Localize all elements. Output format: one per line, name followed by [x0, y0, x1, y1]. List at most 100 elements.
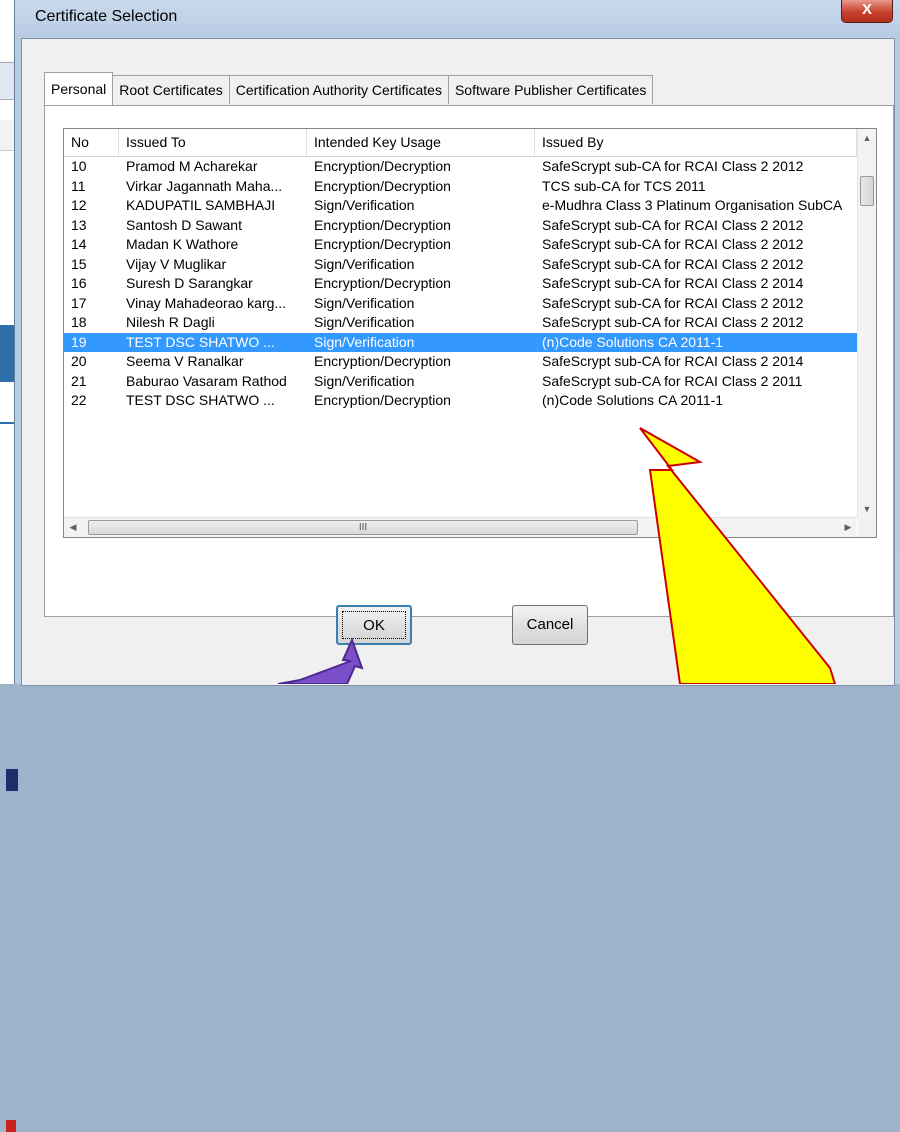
cell-no: 16: [71, 275, 87, 291]
cell-no: 10: [71, 158, 87, 174]
close-button[interactable]: X: [841, 0, 893, 23]
table-row[interactable]: 15 Vijay V Muglikar Sign/Verification SafeS…: [64, 255, 857, 275]
table-row[interactable]: 20 Seema V Ranalkar Encryption/Decryption S…: [64, 352, 857, 372]
table-row[interactable]: 17 Vinay Mahadeorao karg... Sign/Verificat…: [64, 294, 857, 314]
close-icon: X: [861, 1, 872, 18]
tab-root-certificates[interactable]: Root Certificates: [112, 75, 230, 104]
vertical-scrollbar[interactable]: ▲ ▼: [857, 129, 876, 518]
cell-issued-by: SafeScrypt sub-CA for RCAI Class 2 2012: [542, 236, 804, 252]
cell-issued-by: SafeScrypt sub-CA for RCAI Class 2 2014: [542, 353, 804, 369]
cell-issued-by: e-Mudhra Class 3 Platinum Organisation S…: [542, 197, 843, 213]
cell-no: 22: [71, 392, 87, 408]
cell-no: 14: [71, 236, 87, 252]
scroll-left-icon[interactable]: ◀: [64, 518, 82, 537]
cell-no: 18: [71, 314, 87, 330]
scroll-grip-icon: III: [358, 522, 368, 533]
cell-intended-key-usage: Encryption/Decryption: [314, 177, 451, 194]
cell-no: 19: [71, 333, 87, 350]
cell-no: 11: [71, 177, 86, 194]
cell-issued-by: SafeScrypt sub-CA for RCAI Class 2 2012: [542, 314, 804, 330]
ok-button[interactable]: OK: [336, 605, 412, 645]
cell-issued-by: (n)Code Solutions CA 2011-1: [542, 392, 724, 408]
cell-intended-key-usage: Sign/Verification: [314, 197, 415, 213]
table-row[interactable]: 22 TEST DSC SHATWO ... Encryption/Decrypti…: [64, 391, 857, 411]
background-red-text-fragment: [6, 1120, 16, 1132]
cell-issued-by: SafeScrypt sub-CA for RCAI Class 2 2012: [542, 294, 804, 311]
table-row[interactable]: 14 Madan K Wathore Encryption/Decryption Sa…: [64, 235, 857, 255]
cell-issued-to: Seema V Ranalkar: [126, 353, 244, 369]
cell-issued-to: Suresh D Sarangkar: [126, 275, 253, 291]
tab-personal[interactable]: Personal: [44, 72, 114, 105]
table-row[interactable]: 19 TEST DSC SHATWO ... Sign/Verification (n…: [64, 332, 857, 352]
cell-no: 21: [71, 372, 87, 389]
tab-certification-authority-certificates[interactable]: Certification Authority Certificates: [228, 75, 449, 104]
cancel-button-label: Cancel: [526, 616, 574, 633]
tab-software-publisher-certificates[interactable]: Software Publisher Certificates: [447, 75, 654, 104]
cell-intended-key-usage: Encryption/Decryption: [314, 353, 451, 369]
table-row[interactable]: 12 KADUPATIL SAMBHAJI Sign/Verification e-M…: [64, 196, 857, 216]
list-header: No Issued To Intended Key Usage Issued B…: [64, 129, 857, 157]
background-text-fragment: [6, 769, 18, 791]
column-header-issued-by[interactable]: Issued By: [535, 129, 857, 156]
vertical-scroll-thumb[interactable]: [860, 176, 874, 206]
focus-ring: [342, 611, 406, 639]
cell-intended-key-usage: Encryption/Decryption: [314, 275, 451, 291]
cell-intended-key-usage: Encryption/Decryption: [314, 216, 451, 233]
certificate-list[interactable]: No Issued To Intended Key Usage Issued B…: [63, 128, 877, 538]
cell-issued-by: SafeScrypt sub-CA for RCAI Class 2 2011: [542, 372, 803, 389]
list-rows: 10 Pramod M Acharekar Encryption/Decryptio…: [64, 157, 857, 411]
table-row[interactable]: 16 Suresh D Sarangkar Encryption/Decryptio…: [64, 274, 857, 294]
cell-issued-by: SafeScrypt sub-CA for RCAI Class 2 2014: [542, 275, 804, 291]
cell-issued-by: SafeScrypt sub-CA for RCAI Class 2 2012: [542, 255, 804, 272]
column-header-issued-to[interactable]: Issued To: [119, 129, 307, 156]
tab-strip: Personal Root Certificates Certification…: [44, 72, 654, 105]
cell-intended-key-usage: Sign/Verification: [314, 294, 415, 311]
cell-issued-to: Vijay V Muglikar: [126, 255, 227, 272]
cell-issued-to: Pramod M Acharekar: [126, 158, 258, 174]
cell-issued-to: Virkar Jagannath Maha...: [126, 177, 283, 194]
cell-no: 12: [71, 197, 87, 213]
title-bar[interactable]: Certificate Selection X: [15, 0, 900, 36]
cell-issued-by: (n)Code Solutions CA 2011-1: [542, 333, 724, 350]
cell-intended-key-usage: Sign/Verification: [314, 314, 415, 330]
cell-issued-by: SafeScrypt sub-CA for RCAI Class 2 2012: [542, 216, 804, 233]
cell-intended-key-usage: Encryption/Decryption: [314, 158, 451, 174]
cell-intended-key-usage: Sign/Verification: [314, 333, 415, 350]
column-header-intended-key-usage[interactable]: Intended Key Usage: [307, 129, 535, 156]
cell-intended-key-usage: Encryption/Decryption: [314, 392, 451, 408]
table-row[interactable]: 13 Santosh D Sawant Encryption/Decryption S…: [64, 216, 857, 236]
cell-issued-to: TEST DSC SHATWO ...: [126, 392, 275, 408]
cell-issued-to: KADUPATIL SAMBHAJI: [126, 197, 276, 213]
cell-no: 15: [71, 255, 87, 272]
cell-intended-key-usage: Encryption/Decryption: [314, 236, 451, 252]
cell-issued-to: Vinay Mahadeorao karg...: [126, 294, 287, 311]
cell-issued-to: Madan K Wathore: [126, 236, 239, 252]
cell-issued-to: Santosh D Sawant: [126, 216, 242, 233]
cell-no: 13: [71, 216, 87, 233]
cell-issued-to: Baburao Vasaram Rathod: [126, 372, 287, 389]
table-row[interactable]: 10 Pramod M Acharekar Encryption/Decryptio…: [64, 157, 857, 177]
dialog-title: Certificate Selection: [35, 8, 178, 25]
tab-panel-personal: No Issued To Intended Key Usage Issued B…: [44, 105, 894, 617]
scroll-down-icon[interactable]: ▼: [858, 500, 876, 518]
certificate-selection-dialog: Certificate Selection X Personal Root Ce…: [14, 0, 900, 686]
cell-intended-key-usage: Sign/Verification: [314, 372, 415, 389]
cell-no: 17: [71, 294, 87, 311]
cell-issued-by: TCS sub-CA for TCS 2011: [542, 177, 706, 194]
scrollbar-corner: [858, 518, 876, 537]
dialog-client-area: Personal Root Certificates Certification…: [21, 38, 895, 686]
table-row[interactable]: 18 Nilesh R Dagli Sign/Verification SafeScr…: [64, 313, 857, 333]
table-row[interactable]: 21 Baburao Vasaram Rathod Sign/Verificatio…: [64, 372, 857, 392]
cell-issued-by: SafeScrypt sub-CA for RCAI Class 2 2012: [542, 158, 804, 174]
horizontal-scrollbar[interactable]: ◀ III ▶: [64, 517, 857, 537]
table-row[interactable]: 11 Virkar Jagannath Maha... Encryption/Dec…: [64, 177, 857, 197]
column-header-no[interactable]: No: [64, 129, 119, 156]
cell-issued-to: TEST DSC SHATWO ...: [126, 333, 275, 350]
cell-issued-to: Nilesh R Dagli: [126, 314, 215, 330]
scroll-up-icon[interactable]: ▲: [858, 129, 876, 147]
cell-no: 20: [71, 353, 87, 369]
horizontal-scroll-thumb[interactable]: III: [88, 520, 638, 535]
scroll-right-icon[interactable]: ▶: [839, 518, 857, 537]
cell-intended-key-usage: Sign/Verification: [314, 255, 415, 272]
cancel-button[interactable]: Cancel: [512, 605, 588, 645]
